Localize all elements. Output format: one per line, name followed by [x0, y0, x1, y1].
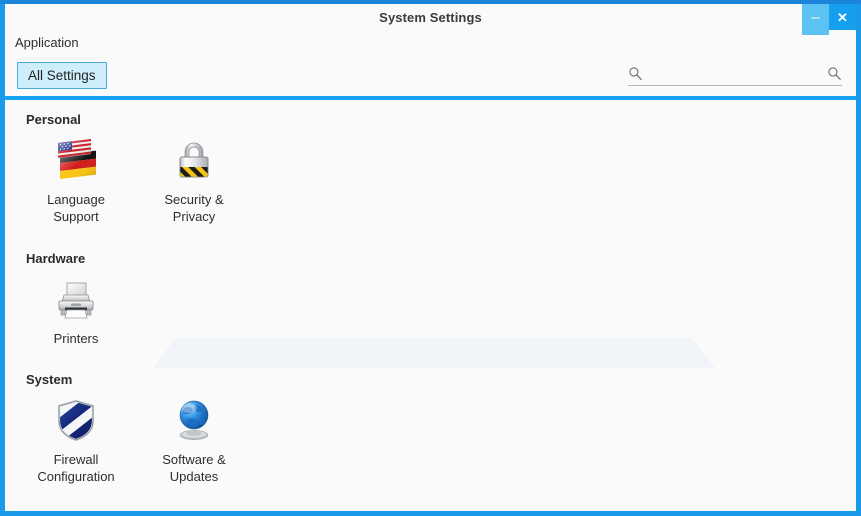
search-icon[interactable]: [628, 66, 643, 81]
group-title: Personal: [26, 112, 856, 127]
settings-group-personal: Personal: [5, 112, 856, 225]
window-controls: – ✕: [802, 4, 856, 30]
window-titlebar: System Settings – ✕: [5, 4, 856, 30]
system-settings-window: System Settings – ✕ Application All Sett…: [0, 4, 861, 516]
group-tiles: Printers: [5, 270, 856, 347]
group-tiles: Firewall Configuration: [5, 391, 856, 485]
search-input[interactable]: [643, 66, 827, 80]
shield-icon: [51, 395, 101, 445]
all-settings-button[interactable]: All Settings: [17, 62, 107, 90]
search-icon[interactable]: [827, 66, 842, 81]
flags-icon: [51, 135, 101, 185]
group-title: System: [26, 372, 856, 387]
tile-label: Language Support: [47, 191, 105, 225]
tile-label: Printers: [54, 330, 99, 347]
tile-firewall-configuration[interactable]: Firewall Configuration: [17, 391, 135, 485]
tile-label: Firewall Configuration: [37, 451, 114, 485]
settings-group-hardware: Hardware: [5, 251, 856, 347]
search-field[interactable]: [628, 66, 842, 86]
padlock-icon: [169, 135, 219, 185]
close-button[interactable]: ✕: [829, 4, 856, 30]
toolbar: All Settings: [5, 55, 856, 96]
window-title: System Settings: [379, 10, 482, 25]
minimize-button[interactable]: –: [802, 4, 829, 35]
tile-security-privacy[interactable]: Security & Privacy: [135, 131, 253, 225]
settings-group-system: System: [5, 372, 856, 485]
tile-label: Security & Privacy: [164, 191, 223, 225]
menubar: Application: [5, 30, 856, 55]
close-icon: ✕: [837, 11, 848, 24]
group-title: Hardware: [26, 251, 856, 266]
tile-label: Software & Updates: [162, 451, 226, 485]
tile-printers[interactable]: Printers: [17, 270, 135, 347]
tile-language-support[interactable]: Language Support: [17, 131, 135, 225]
globe-icon: [169, 395, 219, 445]
menu-item-application[interactable]: Application: [12, 34, 82, 51]
group-tiles: Language Support: [5, 131, 856, 225]
minimize-icon: –: [811, 10, 819, 25]
tile-software-updates[interactable]: Software & Updates: [135, 391, 253, 485]
settings-content-panel: Personal: [5, 100, 856, 511]
printer-icon: [51, 274, 101, 324]
